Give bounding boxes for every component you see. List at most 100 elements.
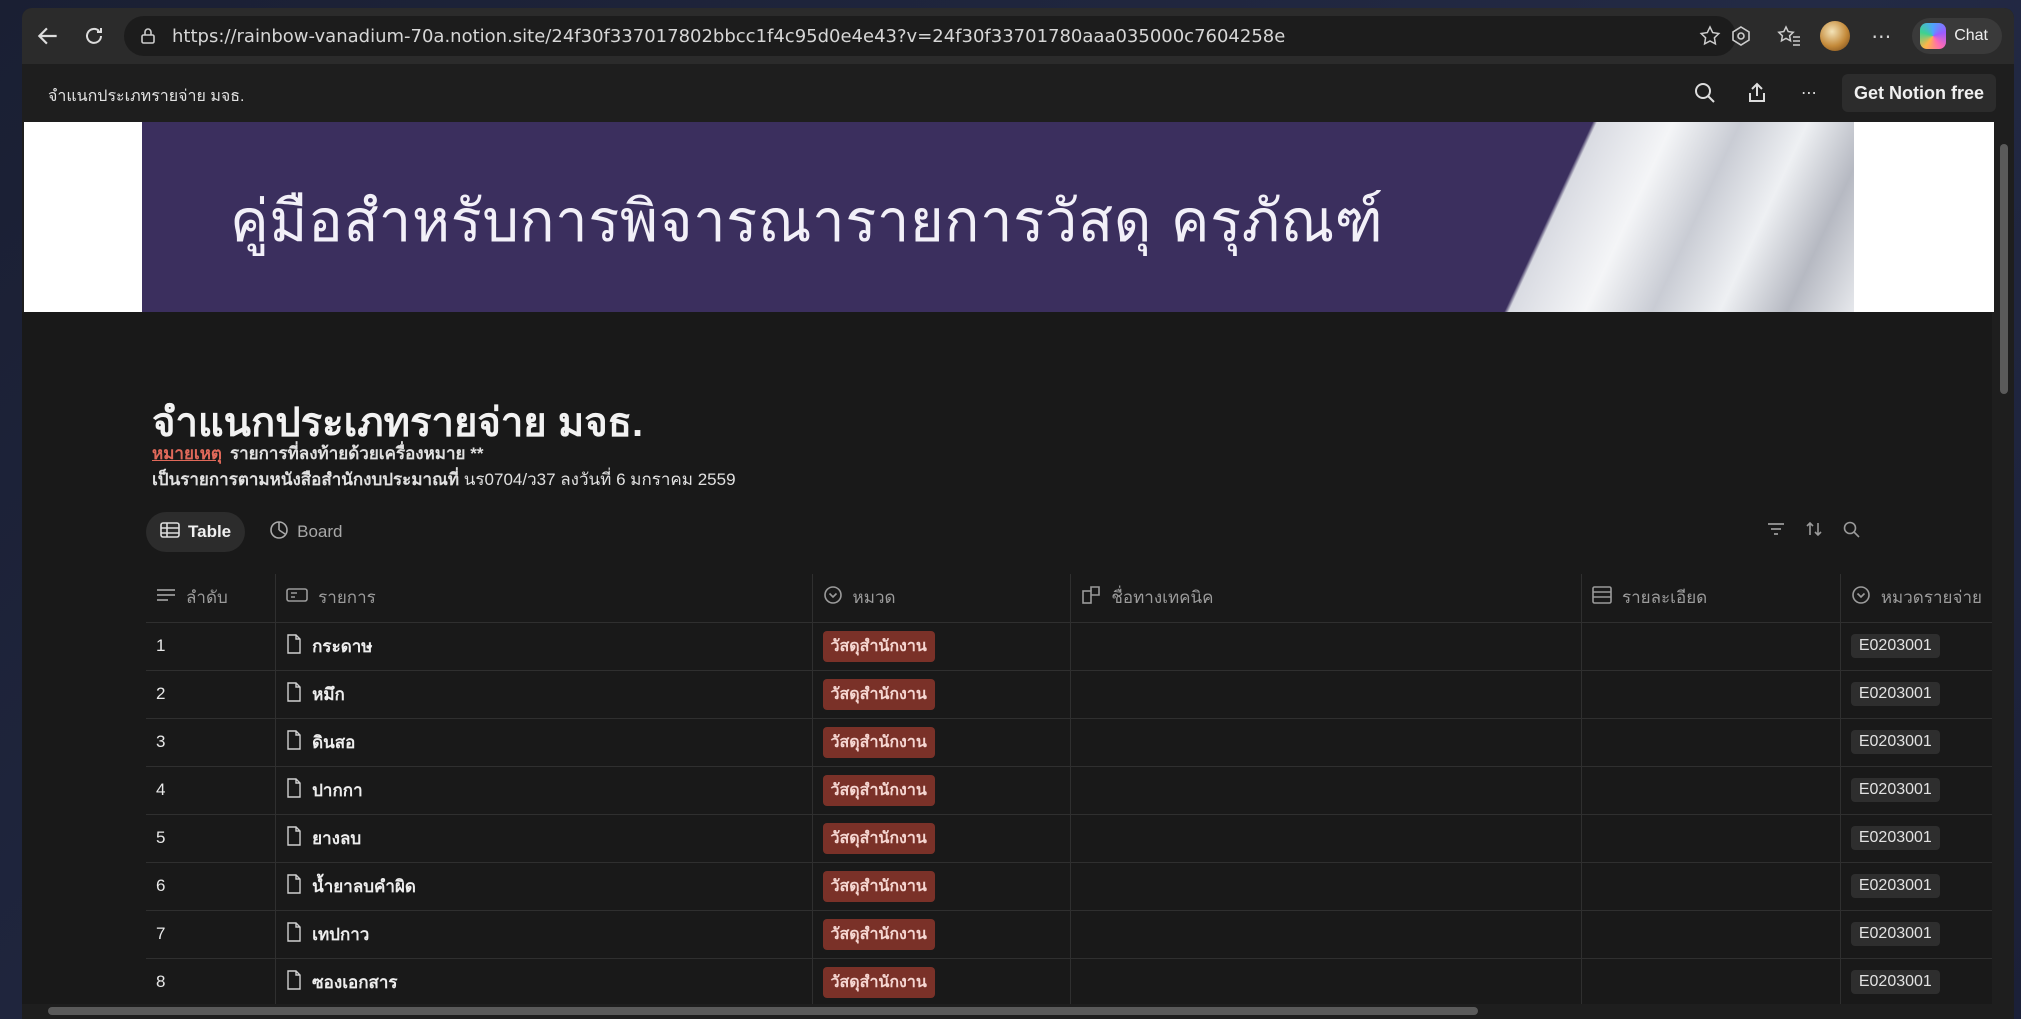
cell-expense-category[interactable]: E0203001 [1840,622,1992,671]
cell-order[interactable]: 1 [146,622,277,671]
cell-expense-category[interactable]: E0203001 [1840,862,1992,911]
get-notion-free-button[interactable]: Get Notion free [1841,74,1996,112]
cell-item[interactable]: หมึก [275,670,813,719]
item-name[interactable]: ยางลบ [312,825,361,852]
table-search-icon[interactable] [1842,520,1862,543]
profile-avatar[interactable] [1820,21,1851,51]
cell-detail[interactable] [1581,766,1841,815]
cell-technical-name[interactable] [1070,766,1582,815]
cell-category[interactable]: วัสดุสำนักงาน [812,910,1072,959]
table-row[interactable]: 6 น้ำยาลบคำผิด วัสดุสำนักงาน E0203001 [146,862,1992,911]
item-name[interactable]: ดินสอ [312,729,355,756]
table-row[interactable]: 8 ซองเอกสาร วัสดุสำนักงาน E0203001 [146,958,1992,1004]
cell-technical-name[interactable] [1070,622,1582,671]
cell-expense-category[interactable]: E0203001 [1840,766,1992,815]
back-icon[interactable] [26,14,70,58]
cell-technical-name[interactable] [1070,814,1582,863]
item-name[interactable]: ปากกา [312,777,362,804]
address-bar[interactable]: https://rainbow-vanadium-70a.notion.site… [124,16,1736,56]
horizontal-scrollbar[interactable] [24,1004,1994,1018]
item-name[interactable]: น้ำยาลบคำผิด [312,873,416,900]
item-name[interactable]: กระดาษ [312,633,372,660]
star-icon[interactable] [1698,24,1722,48]
tab-table[interactable]: Table [146,512,246,552]
filter-icon[interactable] [1766,520,1786,543]
cell-category[interactable]: วัสดุสำนักงาน [812,670,1072,719]
table-row[interactable]: 5 ยางลบ วัสดุสำนักงาน E0203001 [146,814,1992,863]
table-row[interactable]: 7 เทปกาว วัสดุสำนักงาน E0203001 [146,910,1992,959]
cell-category[interactable]: วัสดุสำนักงาน [812,862,1072,911]
cell-category[interactable]: วัสดุสำนักงาน [812,718,1072,767]
cell-detail[interactable] [1581,670,1841,719]
table-row[interactable]: 2 หมึก วัสดุสำนักงาน E0203001 [146,670,1992,719]
more-icon[interactable]: ⋯ [1864,19,1898,53]
column-header-item[interactable]: รายการ [275,574,813,623]
cell-technical-name[interactable] [1070,862,1582,911]
cell-detail[interactable] [1581,862,1841,911]
column-header-category[interactable]: หมวด [812,574,1072,623]
copilot-chat-button[interactable]: Chat [1912,18,2002,54]
table-row[interactable]: 1 กระดาษ วัสดุสำนักงาน E0203001 [146,622,1992,671]
cell-item[interactable]: น้ำยาลบคำผิด [275,862,813,911]
cell-item[interactable]: ดินสอ [275,718,813,767]
item-name[interactable]: หมึก [312,681,345,708]
cell-item[interactable]: ปากกา [275,766,813,815]
tab-board[interactable]: Board [255,512,356,552]
cell-item[interactable]: กระดาษ [275,622,813,671]
cell-technical-name[interactable] [1070,910,1582,959]
breadcrumb-page-title[interactable]: จำแนกประเภทรายจ่าย มจธ. [48,84,244,109]
cell-order[interactable]: 4 [146,766,277,815]
order-value: 3 [156,732,166,751]
board-icon [269,520,289,545]
cell-order[interactable]: 6 [146,862,277,911]
cell-technical-name[interactable] [1070,958,1582,1004]
favorites-icon[interactable] [1772,19,1806,53]
cell-detail[interactable] [1581,814,1841,863]
item-name[interactable]: เทปกาว [312,921,369,948]
cell-expense-category[interactable]: E0203001 [1840,718,1992,767]
cell-category[interactable]: วัสดุสำนักงาน [812,766,1072,815]
vertical-scroll-thumb[interactable] [2000,144,2008,394]
cell-technical-name[interactable] [1070,718,1582,767]
cell-category[interactable]: วัสดุสำนักงาน [812,622,1072,671]
order-value: 7 [156,924,166,943]
cell-detail[interactable] [1581,910,1841,959]
refresh-icon[interactable] [72,14,116,58]
notion-topbar: จำแนกประเภทรายจ่าย มจธ. ⋯ Get Notion fre… [22,64,2014,122]
select-icon [823,585,843,610]
column-header-expense-category[interactable]: หมวดรายจ่าย [1840,574,1992,623]
cell-item[interactable]: ยางลบ [275,814,813,863]
cell-detail[interactable] [1581,958,1841,1004]
lock-icon [138,26,158,46]
cell-expense-category[interactable]: E0203001 [1840,670,1992,719]
cell-order[interactable]: 7 [146,910,277,959]
cell-order[interactable]: 5 [146,814,277,863]
item-name[interactable]: ซองเอกสาร [312,969,397,996]
cell-item[interactable]: ซองเอกสาร [275,958,813,1004]
cell-item[interactable]: เทปกาว [275,910,813,959]
cell-order[interactable]: 8 [146,958,277,1004]
share-icon[interactable] [1738,74,1776,112]
cell-expense-category[interactable]: E0203001 [1840,814,1992,863]
cell-detail[interactable] [1581,622,1841,671]
column-header-technical-name[interactable]: ชื่อทางเทคนิค [1070,574,1582,623]
search-icon[interactable] [1686,74,1724,112]
cell-order[interactable]: 3 [146,718,277,767]
vertical-scrollbar[interactable] [1998,130,2010,1018]
table-row[interactable]: 4 ปากกา วัสดุสำนักงาน E0203001 [146,766,1992,815]
cell-expense-category[interactable]: E0203001 [1840,958,1992,1004]
table-row[interactable]: 3 ดินสอ วัสดุสำนักงาน E0203001 [146,718,1992,767]
horizontal-scroll-thumb[interactable] [48,1007,1478,1015]
note-label: หมายเหตุ [152,444,222,463]
more-options-icon[interactable]: ⋯ [1790,74,1828,112]
cell-category[interactable]: วัสดุสำนักงาน [812,958,1072,1004]
column-header-detail[interactable]: รายละเอียด [1581,574,1841,623]
cell-detail[interactable] [1581,718,1841,767]
extensions-icon[interactable] [1724,19,1758,53]
sort-icon[interactable] [1804,520,1824,543]
cell-technical-name[interactable] [1070,670,1582,719]
column-header-order[interactable]: ลำดับ [146,574,277,623]
cell-category[interactable]: วัสดุสำนักงาน [812,814,1072,863]
cell-order[interactable]: 2 [146,670,277,719]
cell-expense-category[interactable]: E0203001 [1840,910,1992,959]
